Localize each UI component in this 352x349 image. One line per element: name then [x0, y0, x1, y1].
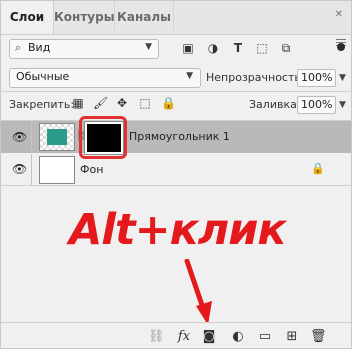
- brush-icon[interactable]: 🖌: [93, 96, 108, 110]
- chevron-down-icon: ▼: [186, 71, 193, 81]
- search-icon: ⌕: [15, 41, 22, 54]
- layer-row-rectangle[interactable]: 👁 ⛓ Прямоугольник 1: [1, 116, 351, 159]
- new-layer-icon[interactable]: ⊞: [284, 329, 300, 345]
- tab-paths[interactable]: Контуры: [54, 1, 115, 34]
- layers-panel: Слои Контуры Каналы ✕ ⌕ Вид ▼ ▣ ◑ T ⬚ ⧉ …: [0, 0, 352, 349]
- move-icon[interactable]: ✥: [115, 96, 129, 110]
- annotation-text: Alt+клик: [69, 205, 287, 255]
- trash-icon[interactable]: 🗑: [310, 329, 327, 345]
- rectangle-shape: [47, 129, 67, 145]
- layer-name[interactable]: Прямоугольник 1: [129, 130, 230, 143]
- tab-bar: Слои Контуры Каналы ✕: [1, 1, 351, 35]
- filter-toggle[interactable]: [337, 43, 345, 51]
- layer-thumbnail[interactable]: [39, 123, 75, 151]
- tab-layers[interactable]: Слои: [1, 1, 54, 34]
- shape-icon[interactable]: ⬚: [255, 41, 269, 55]
- smartobject-icon[interactable]: ⧉: [279, 41, 293, 55]
- mask-highlight-box: [79, 116, 127, 159]
- layer-thumbnail[interactable]: [39, 156, 75, 184]
- fx-icon[interactable]: fx: [176, 329, 192, 345]
- lock-transparency-icon[interactable]: ▦: [71, 96, 85, 110]
- divider: [1, 91, 351, 92]
- chevron-down-icon: ▼: [145, 42, 152, 52]
- opacity-label: Непрозрачность:: [206, 71, 305, 84]
- bottom-toolbar: ⛓ fx ◙ ◐ ▭ ⊞ 🗑: [1, 322, 351, 348]
- blend-mode-value: Обычные: [16, 70, 70, 83]
- fill-input[interactable]: 100%: [297, 96, 336, 114]
- opacity-input[interactable]: 100%: [297, 69, 336, 87]
- layer-name[interactable]: Фон: [80, 163, 103, 176]
- image-icon[interactable]: ▣: [181, 41, 195, 55]
- collapse-icon[interactable]: ✕: [335, 9, 343, 20]
- link-icon[interactable]: ⛓: [148, 329, 165, 345]
- fill-slider-toggle[interactable]: ▼: [339, 100, 346, 110]
- lock-icon: 🔒: [311, 162, 325, 175]
- layer-row-background[interactable]: 👁 Фон 🔒: [1, 154, 351, 186]
- fill-label: Заливка:: [249, 98, 301, 111]
- text-icon[interactable]: T: [231, 41, 245, 55]
- circle-half-icon[interactable]: ◑: [206, 41, 220, 55]
- lock-icon[interactable]: 🔒: [161, 96, 176, 110]
- opacity-slider-toggle[interactable]: ▼: [339, 73, 346, 83]
- artboard-icon[interactable]: ⬚: [138, 96, 152, 110]
- eye-icon[interactable]: 👁: [12, 163, 27, 175]
- eye-icon[interactable]: 👁: [12, 131, 27, 143]
- filter-kind-select[interactable]: ⌕ Вид ▼: [9, 39, 159, 59]
- add-mask-icon[interactable]: ◙: [201, 329, 217, 345]
- adjustment-icon[interactable]: ◐: [230, 329, 246, 345]
- lock-label: Закрепить:: [9, 98, 75, 111]
- blend-mode-select[interactable]: Обычные ▼: [9, 68, 201, 88]
- annotation-arrow: [184, 259, 212, 325]
- filter-kind-label: Вид: [28, 41, 51, 54]
- tab-channels[interactable]: Каналы: [115, 1, 174, 34]
- group-folder-icon[interactable]: ▭: [257, 329, 273, 345]
